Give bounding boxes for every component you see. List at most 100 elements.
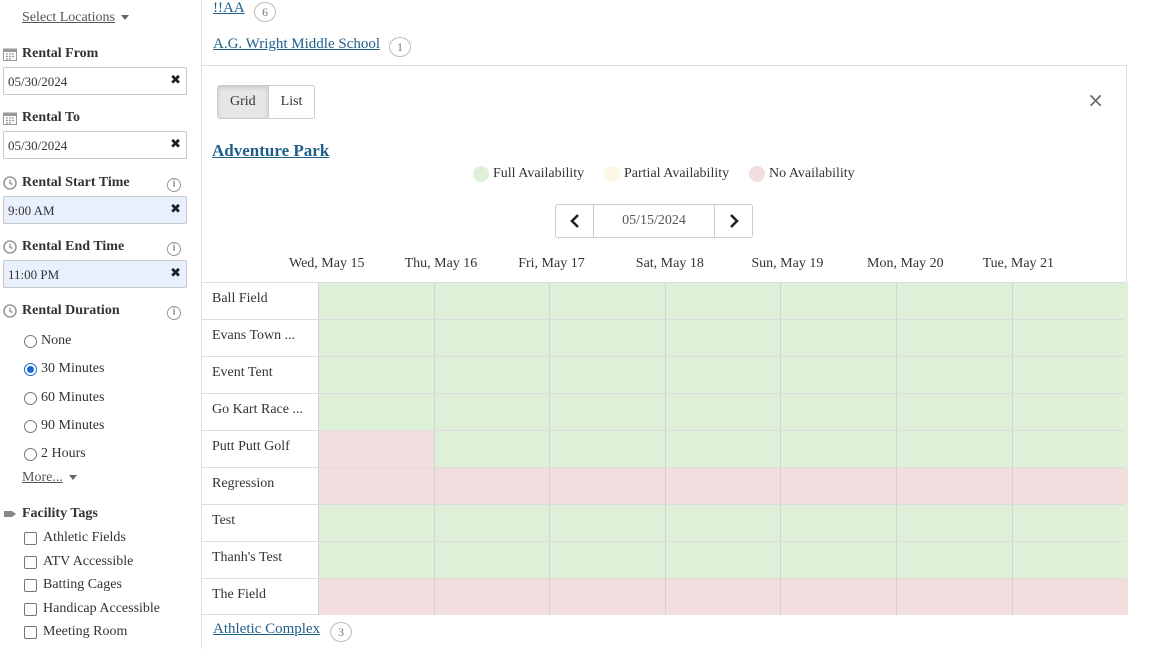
- facility-name[interactable]: Go Kart Race ...: [212, 402, 312, 418]
- availability-cell[interactable]: [780, 283, 897, 319]
- select-locations-link[interactable]: Select Locations: [22, 10, 129, 26]
- checkbox[interactable]: [24, 602, 37, 616]
- rental-from-input[interactable]: 05/30/2024 ✖: [3, 67, 187, 95]
- availability-cell[interactable]: [433, 468, 550, 504]
- checkbox[interactable]: [24, 555, 37, 569]
- availability-cell[interactable]: [896, 283, 1013, 319]
- availability-cell[interactable]: [664, 431, 781, 467]
- list-view-button[interactable]: List: [268, 85, 316, 119]
- availability-cell[interactable]: [780, 468, 897, 504]
- duration-option-30-minutes[interactable]: 30 Minutes: [24, 361, 104, 377]
- availability-cell[interactable]: [318, 579, 435, 615]
- availability-cell[interactable]: [896, 542, 1013, 578]
- availability-cell[interactable]: [664, 357, 781, 393]
- facility-name[interactable]: Evans Town ...: [212, 328, 312, 344]
- availability-cell[interactable]: [1011, 468, 1128, 504]
- checkbox[interactable]: [24, 625, 37, 639]
- tag-batting-cages[interactable]: Batting Cages: [24, 577, 122, 593]
- availability-cell[interactable]: [664, 283, 781, 319]
- availability-cell[interactable]: [549, 357, 666, 393]
- availability-cell[interactable]: [896, 394, 1013, 430]
- availability-cell[interactable]: [433, 283, 550, 319]
- location-link-aa[interactable]: !!AA: [213, 0, 245, 17]
- radio-button[interactable]: [24, 419, 37, 433]
- info-icon[interactable]: i: [167, 242, 181, 256]
- availability-cell[interactable]: [1011, 431, 1128, 467]
- checkbox[interactable]: [24, 578, 37, 592]
- availability-cell[interactable]: [664, 394, 781, 430]
- checkbox[interactable]: [24, 531, 37, 545]
- tag-handicap-accessible[interactable]: Handicap Accessible: [24, 601, 160, 617]
- duration-option-60-minutes[interactable]: 60 Minutes: [24, 390, 104, 406]
- availability-cell[interactable]: [549, 468, 666, 504]
- availability-cell[interactable]: [549, 431, 666, 467]
- availability-cell[interactable]: [664, 542, 781, 578]
- availability-cell[interactable]: [1011, 320, 1128, 356]
- grid-view-button[interactable]: Grid: [217, 85, 269, 119]
- availability-cell[interactable]: [433, 320, 550, 356]
- availability-cell[interactable]: [780, 320, 897, 356]
- facility-name[interactable]: Thanh's Test: [212, 550, 312, 566]
- availability-cell[interactable]: [549, 579, 666, 615]
- availability-cell[interactable]: [664, 468, 781, 504]
- availability-cell[interactable]: [780, 357, 897, 393]
- availability-cell[interactable]: [780, 431, 897, 467]
- availability-cell[interactable]: [318, 394, 435, 430]
- radio-button[interactable]: [24, 391, 37, 405]
- availability-cell[interactable]: [896, 505, 1013, 541]
- rental-start-time-input[interactable]: 9:00 AM ✖: [3, 196, 187, 224]
- more-durations-link[interactable]: More...: [22, 470, 77, 486]
- availability-cell[interactable]: [318, 320, 435, 356]
- location-link-ag-wright[interactable]: A.G. Wright Middle School: [213, 36, 380, 53]
- availability-cell[interactable]: [549, 542, 666, 578]
- availability-cell[interactable]: [780, 579, 897, 615]
- availability-cell[interactable]: [1011, 283, 1128, 319]
- availability-cell[interactable]: [433, 431, 550, 467]
- availability-cell[interactable]: [318, 505, 435, 541]
- availability-cell[interactable]: [318, 431, 435, 467]
- availability-cell[interactable]: [549, 394, 666, 430]
- availability-cell[interactable]: [318, 542, 435, 578]
- tag-athletic-fields[interactable]: Athletic Fields: [24, 530, 126, 546]
- radio-button[interactable]: [24, 447, 37, 461]
- availability-cell[interactable]: [1011, 579, 1128, 615]
- facility-name[interactable]: Event Tent: [212, 365, 312, 381]
- availability-cell[interactable]: [1011, 505, 1128, 541]
- date-picker-input[interactable]: 05/15/2024: [594, 205, 714, 237]
- facility-title-link[interactable]: Adventure Park: [212, 141, 329, 161]
- facility-name[interactable]: Regression: [212, 476, 312, 492]
- availability-cell[interactable]: [433, 542, 550, 578]
- availability-cell[interactable]: [1011, 394, 1128, 430]
- availability-cell[interactable]: [664, 579, 781, 615]
- duration-option-90-minutes[interactable]: 90 Minutes: [24, 418, 104, 434]
- clear-start-time-icon[interactable]: ✖: [170, 202, 181, 217]
- availability-cell[interactable]: [780, 542, 897, 578]
- availability-cell[interactable]: [664, 505, 781, 541]
- rental-to-input[interactable]: 05/30/2024 ✖: [3, 131, 187, 159]
- facility-name[interactable]: Test: [212, 513, 312, 529]
- tag-atv-accessible[interactable]: ATV Accessible: [24, 554, 133, 570]
- duration-option-2-hours[interactable]: 2 Hours: [24, 446, 86, 462]
- info-icon[interactable]: i: [167, 306, 181, 320]
- prev-week-button[interactable]: [556, 205, 594, 237]
- close-icon[interactable]: ×: [1087, 90, 1104, 110]
- tag-meeting-room[interactable]: Meeting Room: [24, 624, 127, 640]
- radio-button[interactable]: [24, 334, 37, 348]
- availability-cell[interactable]: [896, 579, 1013, 615]
- availability-cell[interactable]: [896, 357, 1013, 393]
- availability-cell[interactable]: [318, 468, 435, 504]
- availability-cell[interactable]: [664, 320, 781, 356]
- availability-cell[interactable]: [896, 431, 1013, 467]
- availability-cell[interactable]: [318, 283, 435, 319]
- availability-cell[interactable]: [433, 579, 550, 615]
- availability-cell[interactable]: [896, 320, 1013, 356]
- availability-cell[interactable]: [433, 505, 550, 541]
- availability-cell[interactable]: [780, 505, 897, 541]
- availability-cell[interactable]: [1011, 357, 1128, 393]
- facility-name[interactable]: Putt Putt Golf: [212, 439, 312, 455]
- availability-cell[interactable]: [1011, 542, 1128, 578]
- availability-cell[interactable]: [433, 357, 550, 393]
- availability-cell[interactable]: [433, 394, 550, 430]
- facility-name[interactable]: Ball Field: [212, 291, 312, 307]
- location-link-athletic-complex[interactable]: Athletic Complex: [213, 621, 320, 638]
